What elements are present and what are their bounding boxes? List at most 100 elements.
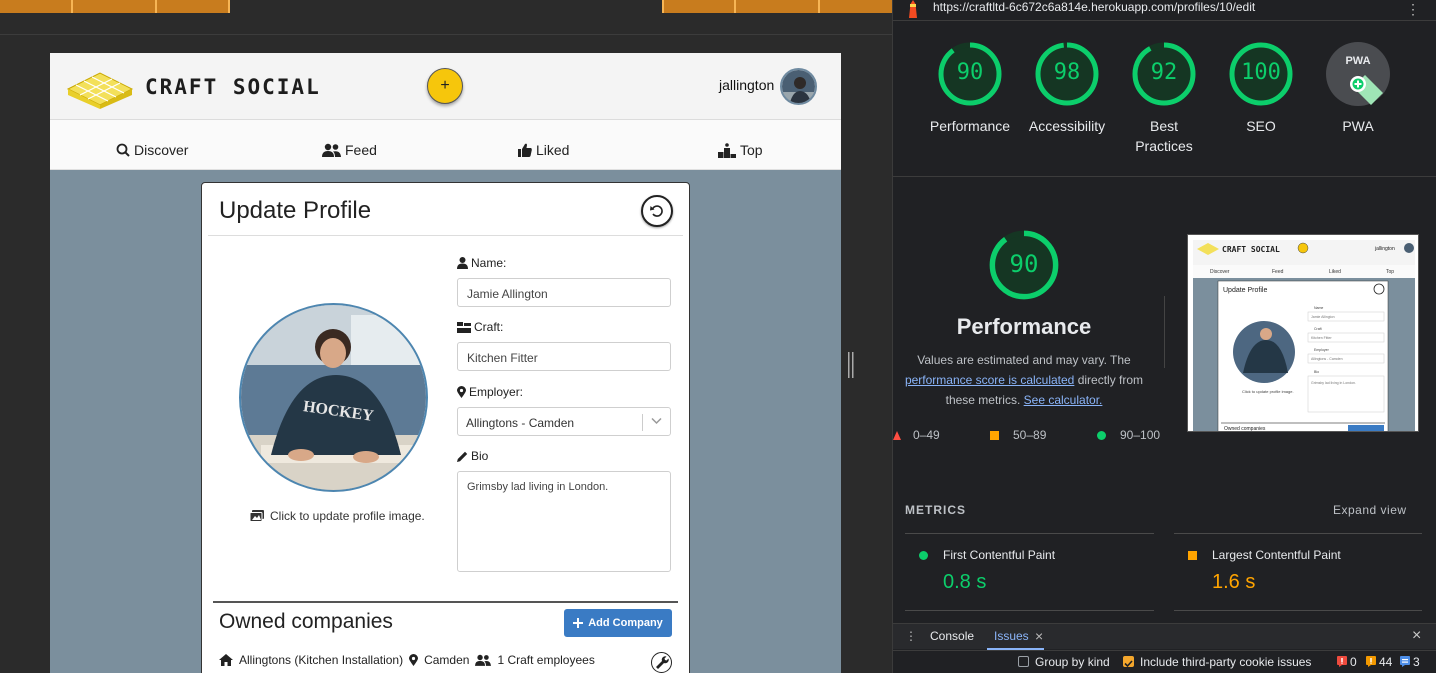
nav-discover[interactable]: Discover: [116, 142, 188, 158]
score-calculated-link[interactable]: performance score is calculated: [905, 373, 1074, 387]
add-post-button[interactable]: +: [427, 68, 463, 104]
third-party-checkbox[interactable]: [1123, 656, 1134, 668]
thumb-nav-top: Top: [1386, 269, 1394, 275]
close-drawer-icon[interactable]: ×: [1412, 627, 1421, 645]
plus-icon: [573, 618, 584, 628]
pwa-badge-icon[interactable]: PWA: [1325, 41, 1391, 107]
warning-issues-icon: [1366, 656, 1376, 667]
nav-top[interactable]: Top: [718, 142, 763, 158]
warning-count: 44: [1379, 655, 1393, 669]
legend-fail: 0–49: [893, 428, 940, 442]
square-icon: [990, 430, 999, 440]
map-marker-icon: [457, 386, 466, 398]
profile-image[interactable]: HOCKEY: [239, 303, 428, 492]
thumb-owned: Owned companies: [1224, 426, 1266, 432]
bio-label: Bio: [457, 449, 488, 463]
nav-feed[interactable]: Feed: [322, 142, 377, 158]
thumb-bio-value: Grimsby lad living in London.: [1311, 381, 1356, 385]
legend-average-label: 50–89: [1013, 428, 1047, 442]
score-label-seo: SEO: [1246, 118, 1276, 134]
map-marker-icon: [409, 654, 419, 666]
lighthouse-icon: [909, 0, 917, 18]
triangle-icon: [893, 430, 901, 440]
close-issues-tab-icon[interactable]: ×: [1035, 628, 1043, 644]
thumb-nav-liked: Liked: [1329, 269, 1341, 275]
employer-label: Employer:: [457, 385, 523, 399]
thumb-name-value: Jamie Allington: [1311, 315, 1335, 319]
add-company-button[interactable]: Add Company: [564, 609, 672, 637]
performance-title: Performance: [956, 314, 1092, 339]
thumb-title: Update Profile: [1223, 287, 1267, 294]
employer-select[interactable]: Allingtons - Camden: [457, 407, 671, 436]
report-url[interactable]: https://craftltd-6c672c6a814e.herokuapp.…: [933, 0, 1255, 14]
metric-lcp-name: Largest Contentful Paint: [1212, 548, 1341, 562]
legend-fail-label: 0–49: [913, 428, 940, 442]
employer-label-text: Employer:: [469, 385, 524, 399]
score-label-accessibility: Accessibility: [1028, 118, 1106, 134]
name-field[interactable]: Jamie Allington: [457, 278, 671, 307]
drawer-tab-bar: ⋮ Console Issues × ×: [893, 623, 1436, 650]
wrench-icon: [656, 656, 669, 669]
group-by-kind-checkbox[interactable]: [1018, 656, 1029, 667]
performance-value-large: 90: [1009, 250, 1039, 278]
company-name: Allingtons (Kitchen Installation): [239, 653, 404, 667]
score-value-best-practices: 92: [1150, 60, 1178, 85]
resize-handle[interactable]: [848, 352, 854, 378]
craft-label: Craft:: [457, 320, 503, 334]
score-label-best-practices: Best Practices: [1114, 116, 1214, 156]
tab-issues[interactable]: Issues: [994, 629, 1029, 643]
score-label-best: Best: [1149, 118, 1178, 134]
avatar[interactable]: [780, 68, 817, 105]
name-label: Name:: [457, 256, 506, 270]
craft-field[interactable]: Kitchen Fitter: [457, 342, 671, 371]
drawer-menu-icon[interactable]: ⋮: [905, 629, 917, 643]
podium-icon: [718, 142, 736, 158]
tab-console[interactable]: Console: [930, 629, 974, 643]
metric-fcp-name: First Contentful Paint: [943, 548, 1056, 562]
thumb-bio-label: Bio: [1314, 370, 1319, 374]
company-list-item[interactable]: Allingtons (Kitchen Installation) Camden…: [219, 653, 595, 667]
image-upload-hint[interactable]: Click to update profile image.: [250, 509, 425, 523]
more-options-icon[interactable]: ⋮: [1406, 1, 1420, 18]
performance-desc-line1: Values are estimated and may vary. The: [917, 353, 1131, 367]
edit-company-button[interactable]: [651, 652, 672, 673]
group-by-kind-label: Group by kind: [1035, 655, 1110, 669]
third-party-label: Include third-party cookie issues: [1140, 655, 1312, 669]
score-value-accessibility: 98: [1053, 60, 1081, 85]
page-viewport: CRAFT SOCIAL + jallington Discover Feed …: [0, 0, 892, 673]
error-count: 0: [1350, 655, 1357, 669]
site-nav: Discover Feed Liked Top: [50, 120, 841, 170]
score-value-seo: 100: [1241, 60, 1281, 85]
metric-fcp-value: 0.8 s: [943, 571, 987, 593]
brick-logo-icon[interactable]: [66, 67, 134, 109]
reset-button[interactable]: [641, 195, 673, 227]
error-issues-icon: [1337, 656, 1347, 667]
thumb-nav-feed: Feed: [1272, 269, 1284, 275]
expand-view-toggle[interactable]: Expand view: [1333, 503, 1407, 517]
bio-field[interactable]: Grimsby lad living in London.: [457, 471, 671, 572]
legend-pass-label: 90–100: [1120, 428, 1161, 442]
performance-desc-line2: directly from: [1077, 373, 1144, 387]
company-employees: 1 Craft employees: [497, 653, 595, 667]
page-title: Update Profile: [219, 197, 372, 224]
performance-desc-line3: these metrics.: [945, 393, 1021, 407]
pencil-icon: [457, 451, 468, 462]
info-issues-icon: [1400, 656, 1410, 667]
pass-circle-icon: [919, 551, 928, 560]
performance-description: Values are estimated and may vary. The p…: [900, 350, 1148, 410]
site-frame: CRAFT SOCIAL + jallington Discover Feed …: [50, 53, 841, 673]
name-label-text: Name:: [471, 256, 507, 270]
thumb-hint: Click to update profile image.: [1242, 389, 1294, 394]
search-icon: [116, 143, 130, 157]
final-screenshot-thumbnail[interactable]: CRAFT SOCIAL jallington Discover Feed Li…: [1187, 234, 1419, 432]
brand-name[interactable]: CRAFT SOCIAL: [145, 75, 321, 99]
tools-icon: [457, 321, 471, 333]
nav-liked[interactable]: Liked: [518, 142, 569, 158]
thumb-nav-discover: Discover: [1210, 269, 1230, 275]
thumb-username: jallington: [1374, 246, 1395, 252]
see-calculator-link[interactable]: See calculator.: [1024, 393, 1103, 407]
username-label[interactable]: jallington: [719, 77, 774, 93]
thumb-brand: CRAFT SOCIAL: [1222, 245, 1280, 254]
undo-icon: [650, 205, 663, 217]
score-label-performance: Performance: [929, 118, 1011, 134]
